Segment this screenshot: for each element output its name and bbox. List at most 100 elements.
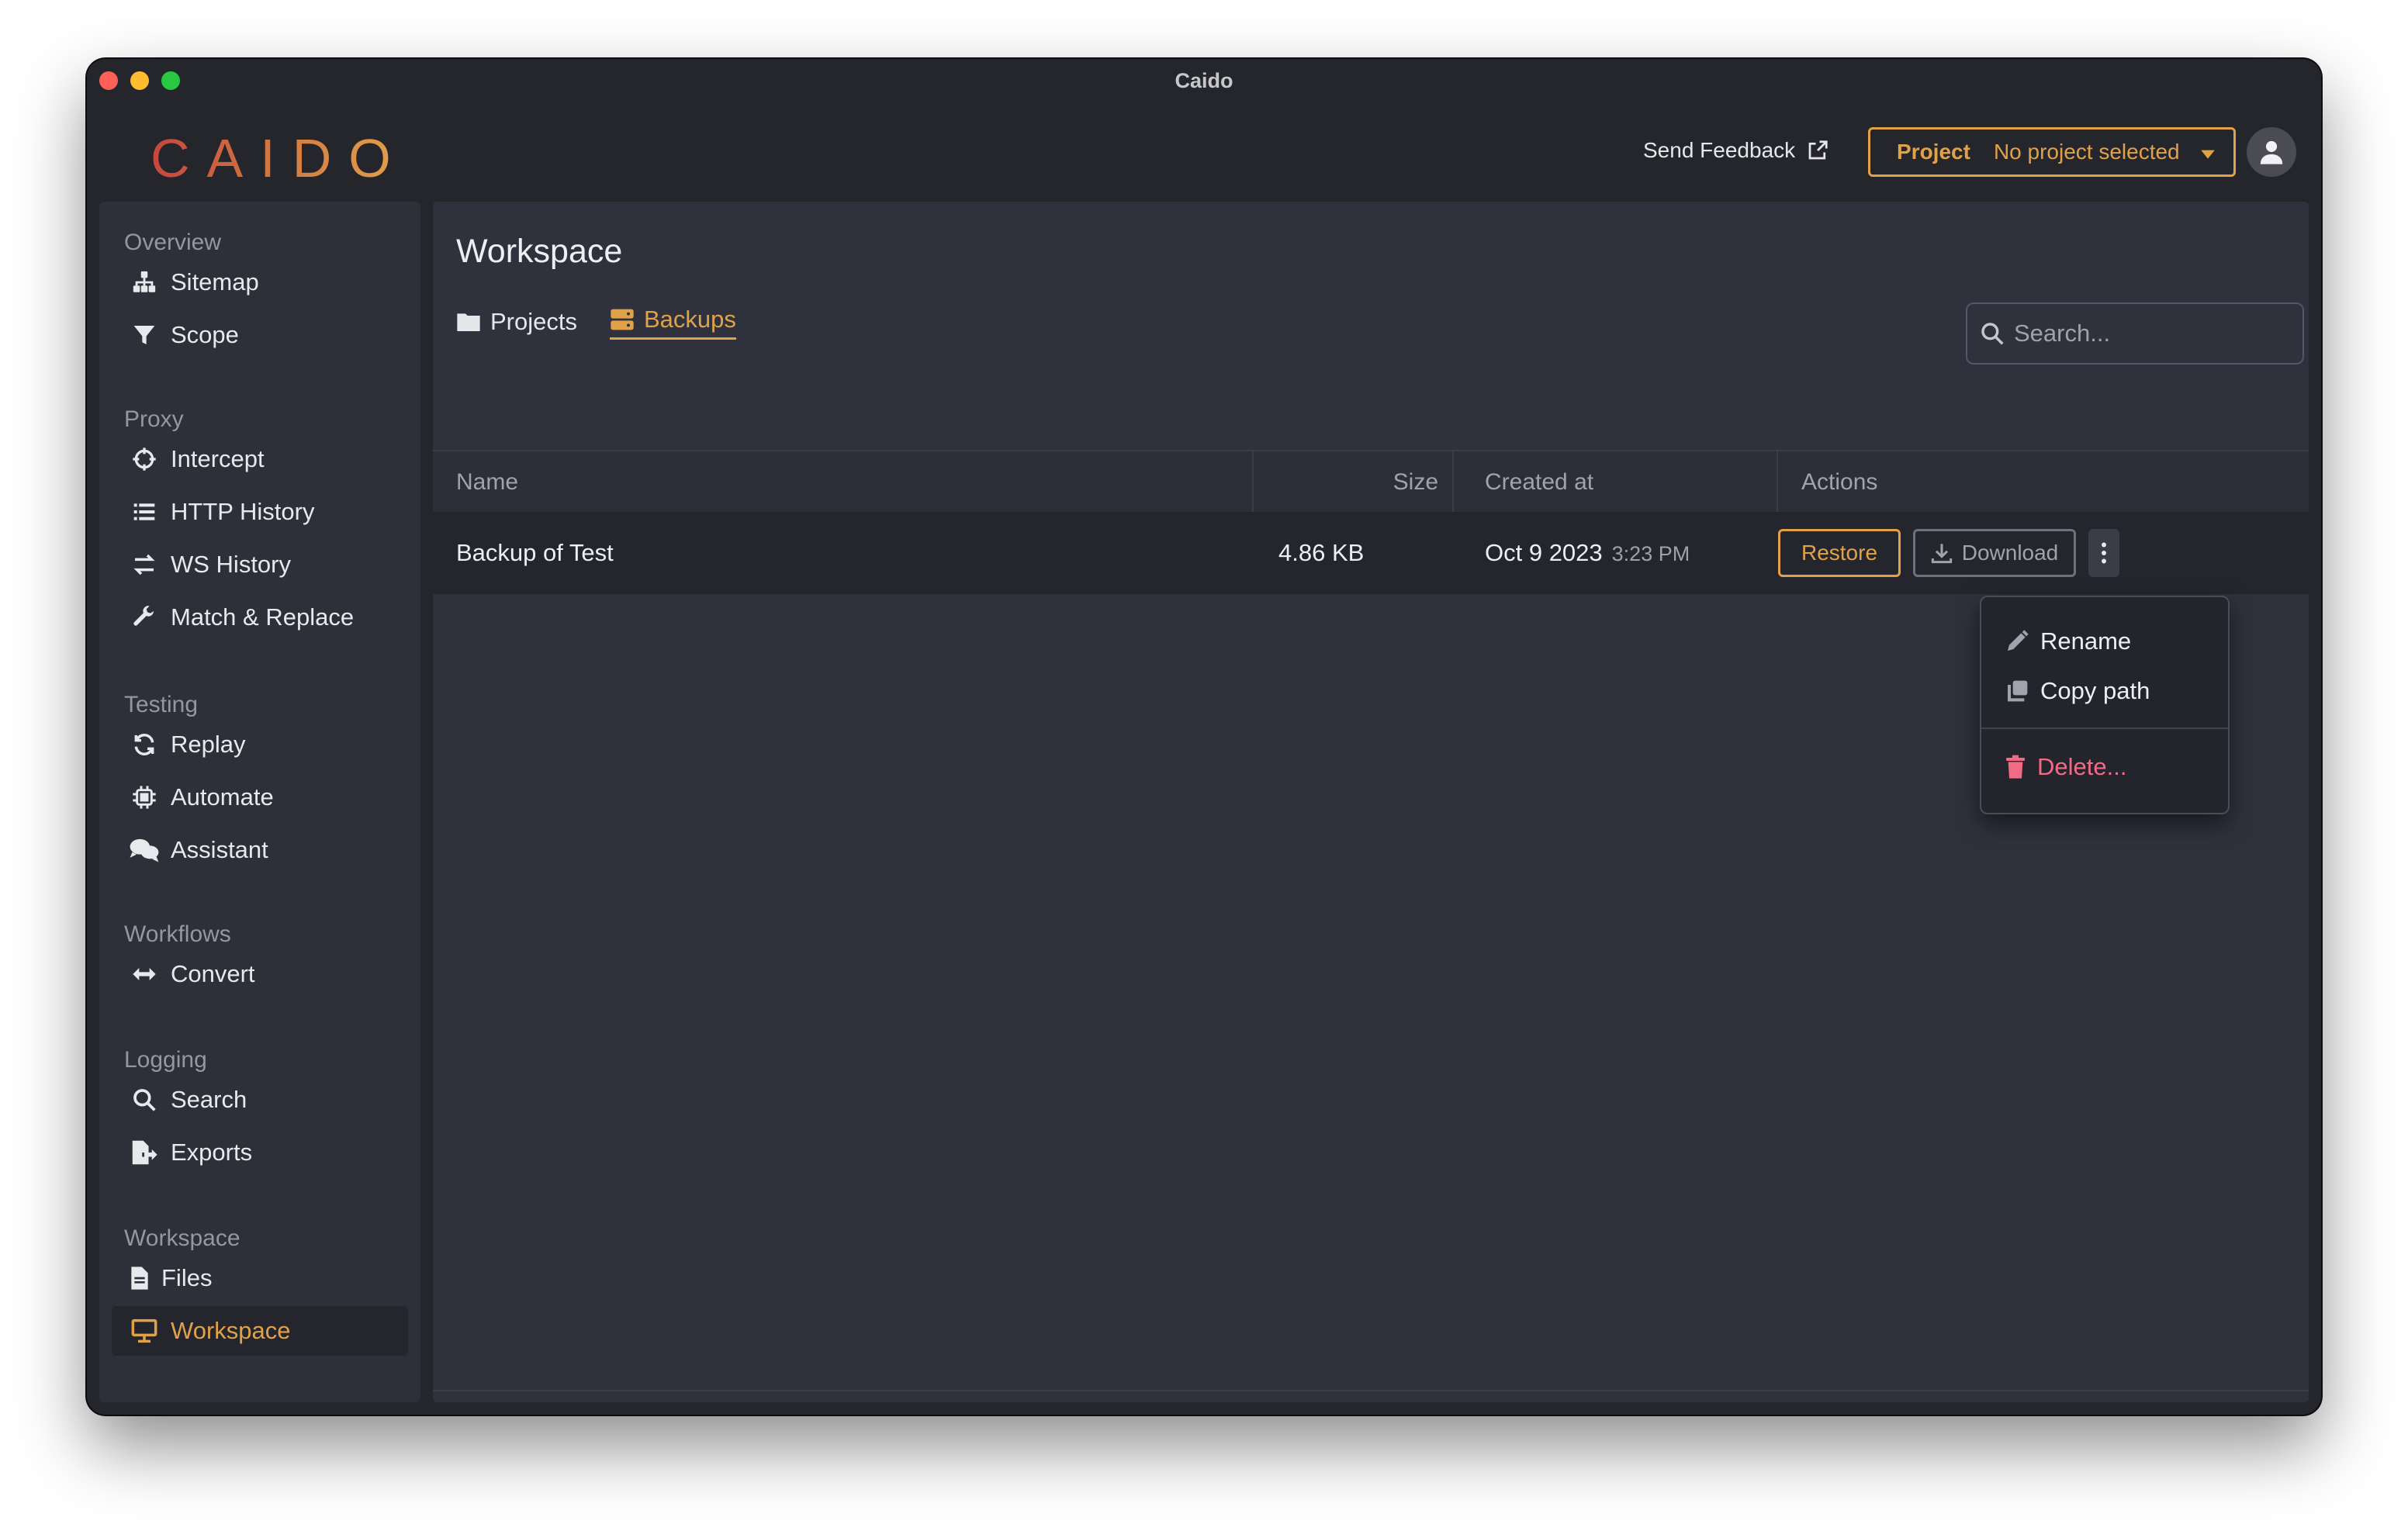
sidebar-item-assistant[interactable]: Assistant <box>112 825 408 875</box>
menu-item-label: Rename <box>2040 627 2132 655</box>
menu-item-copy-path[interactable]: Copy path <box>2005 672 2150 710</box>
caret-down-icon <box>2201 150 2215 159</box>
sidebar-item-intercept[interactable]: Intercept <box>112 434 408 484</box>
row-name: Backup of Test <box>456 539 614 566</box>
sidebar-item-http-history[interactable]: HTTP History <box>112 487 408 537</box>
sidebar-section-testing: Testing <box>124 692 199 717</box>
sidebar-item-search[interactable]: Search <box>112 1075 408 1125</box>
sidebar-item-workspace[interactable]: Workspace <box>112 1306 408 1356</box>
sidebar-section-workspace: Workspace <box>124 1225 240 1251</box>
row-created-at: Oct 9 2023 3:23 PM <box>1485 512 1690 594</box>
tab-label: Projects <box>490 308 577 335</box>
trash-icon <box>2006 755 2025 779</box>
sidebar-item-automate[interactable]: Automate <box>112 772 408 822</box>
sidebar-item-ws-history[interactable]: WS History <box>112 540 408 589</box>
search-icon <box>1981 323 2004 345</box>
restore-button[interactable]: Restore <box>1778 529 1901 577</box>
download-label: Download <box>1961 541 2059 565</box>
row-size: 4.86 KB <box>1278 539 1365 566</box>
sidebar-item-label: Intercept <box>171 445 265 472</box>
column-header-actions: Actions <box>1801 469 1878 495</box>
download-icon <box>1931 544 1952 564</box>
project-value: No project selected <box>1993 140 2180 164</box>
app-window: Caido CAIDO Send Feedback Project No pro… <box>87 59 2321 1415</box>
sitemap-icon <box>129 267 160 298</box>
refresh-icon <box>129 729 160 760</box>
tab-backups[interactable]: Backups <box>610 304 736 340</box>
sidebar-item-replay[interactable]: Replay <box>112 720 408 769</box>
project-selector[interactable]: Project No project selected <box>1868 127 2236 177</box>
menu-item-delete[interactable]: Delete... <box>2005 748 2126 786</box>
sidebar-item-match-replace[interactable]: Match & Replace <box>112 593 408 642</box>
column-header-created[interactable]: Created at <box>1485 451 1593 513</box>
sidebar-item-label: Files <box>161 1264 213 1291</box>
sidebar-item-label: HTTP History <box>171 498 315 525</box>
sidebar-item-label: Automate <box>171 783 274 810</box>
sidebar-item-convert[interactable]: Convert <box>112 949 408 999</box>
wrench-icon <box>129 602 160 633</box>
sidebar-section-logging: Logging <box>124 1047 207 1073</box>
send-feedback-label: Send Feedback <box>1643 138 1796 162</box>
sidebar-item-label: Sitemap <box>171 268 259 295</box>
project-label: Project <box>1897 140 1970 164</box>
menu-item-label: Copy path <box>2040 677 2150 704</box>
column-divider <box>1452 451 1454 513</box>
sidebar-section-overview: Overview <box>124 230 222 255</box>
search-field[interactable]: Search... <box>1966 302 2304 365</box>
caido-logo: CAIDO <box>150 128 408 188</box>
copy-icon <box>2008 680 2028 702</box>
sidebar-item-sitemap[interactable]: Sitemap <box>112 257 408 307</box>
bottom-bar <box>433 1390 2309 1402</box>
send-feedback-link[interactable]: Send Feedback <box>1643 138 1829 163</box>
column-header-name[interactable]: Name <box>456 451 518 513</box>
tab-projects[interactable]: Projects <box>456 304 577 340</box>
menu-divider <box>1981 727 2228 729</box>
download-button[interactable]: Download <box>1913 529 2076 577</box>
file-export-icon <box>129 1137 160 1168</box>
sidebar-item-exports[interactable]: Exports <box>112 1128 408 1177</box>
more-actions-button[interactable] <box>2088 529 2119 577</box>
crosshair-icon <box>129 444 160 475</box>
sidebar: Overview Sitemap Scope Proxy Intercept H… <box>99 202 420 1402</box>
row-context-menu: Rename Copy path Delete... <box>1980 596 2230 814</box>
kebab-menu-icon <box>2102 542 2106 564</box>
sidebar-item-label: Match & Replace <box>171 603 355 631</box>
pencil-icon <box>2008 630 2029 651</box>
sidebar-item-files[interactable]: Files <box>112 1253 408 1303</box>
column-divider <box>1777 451 1778 513</box>
menu-item-rename[interactable]: Rename <box>2005 622 2131 661</box>
main-panel: Workspace Projects Backups Search... Nam… <box>433 202 2309 1402</box>
sidebar-item-label: Replay <box>171 731 246 758</box>
tab-label: Backups <box>644 305 736 333</box>
column-header-size[interactable]: Size <box>1252 451 1438 513</box>
user-icon <box>2260 140 2283 164</box>
file-icon <box>129 1263 150 1294</box>
search-icon <box>129 1084 160 1115</box>
folder-icon <box>457 313 480 331</box>
sidebar-item-label: Convert <box>171 960 255 987</box>
sidebar-item-label: Assistant <box>171 836 268 863</box>
row-time: 3:23 PM <box>1611 542 1690 565</box>
sidebar-section-proxy: Proxy <box>124 406 184 432</box>
arrows-horizontal-icon <box>129 959 160 990</box>
external-link-icon <box>1808 140 1828 160</box>
filter-icon <box>129 320 160 351</box>
arrows-exchange-icon <box>129 549 160 580</box>
server-icon <box>611 309 634 330</box>
sidebar-item-scope[interactable]: Scope <box>112 310 408 360</box>
search-placeholder: Search... <box>2014 320 2111 347</box>
sidebar-item-label: WS History <box>171 551 291 578</box>
user-avatar[interactable] <box>2247 127 2296 177</box>
sidebar-item-label: Exports <box>171 1139 253 1166</box>
sidebar-item-label: Workspace <box>171 1317 291 1344</box>
menu-item-label: Delete... <box>2037 753 2127 780</box>
chip-icon <box>129 782 160 813</box>
monitor-icon <box>129 1315 160 1346</box>
table-header: Name Size Created at Actions <box>433 450 2309 513</box>
table-row[interactable]: Backup of Test 4.86 KB Oct 9 2023 3:23 PM… <box>433 512 2309 594</box>
sidebar-item-label: Scope <box>171 321 239 348</box>
chat-icon <box>129 835 160 866</box>
sidebar-section-workflows: Workflows <box>124 921 231 947</box>
window-title: Caido <box>1175 69 1233 92</box>
page-title: Workspace <box>456 233 623 270</box>
